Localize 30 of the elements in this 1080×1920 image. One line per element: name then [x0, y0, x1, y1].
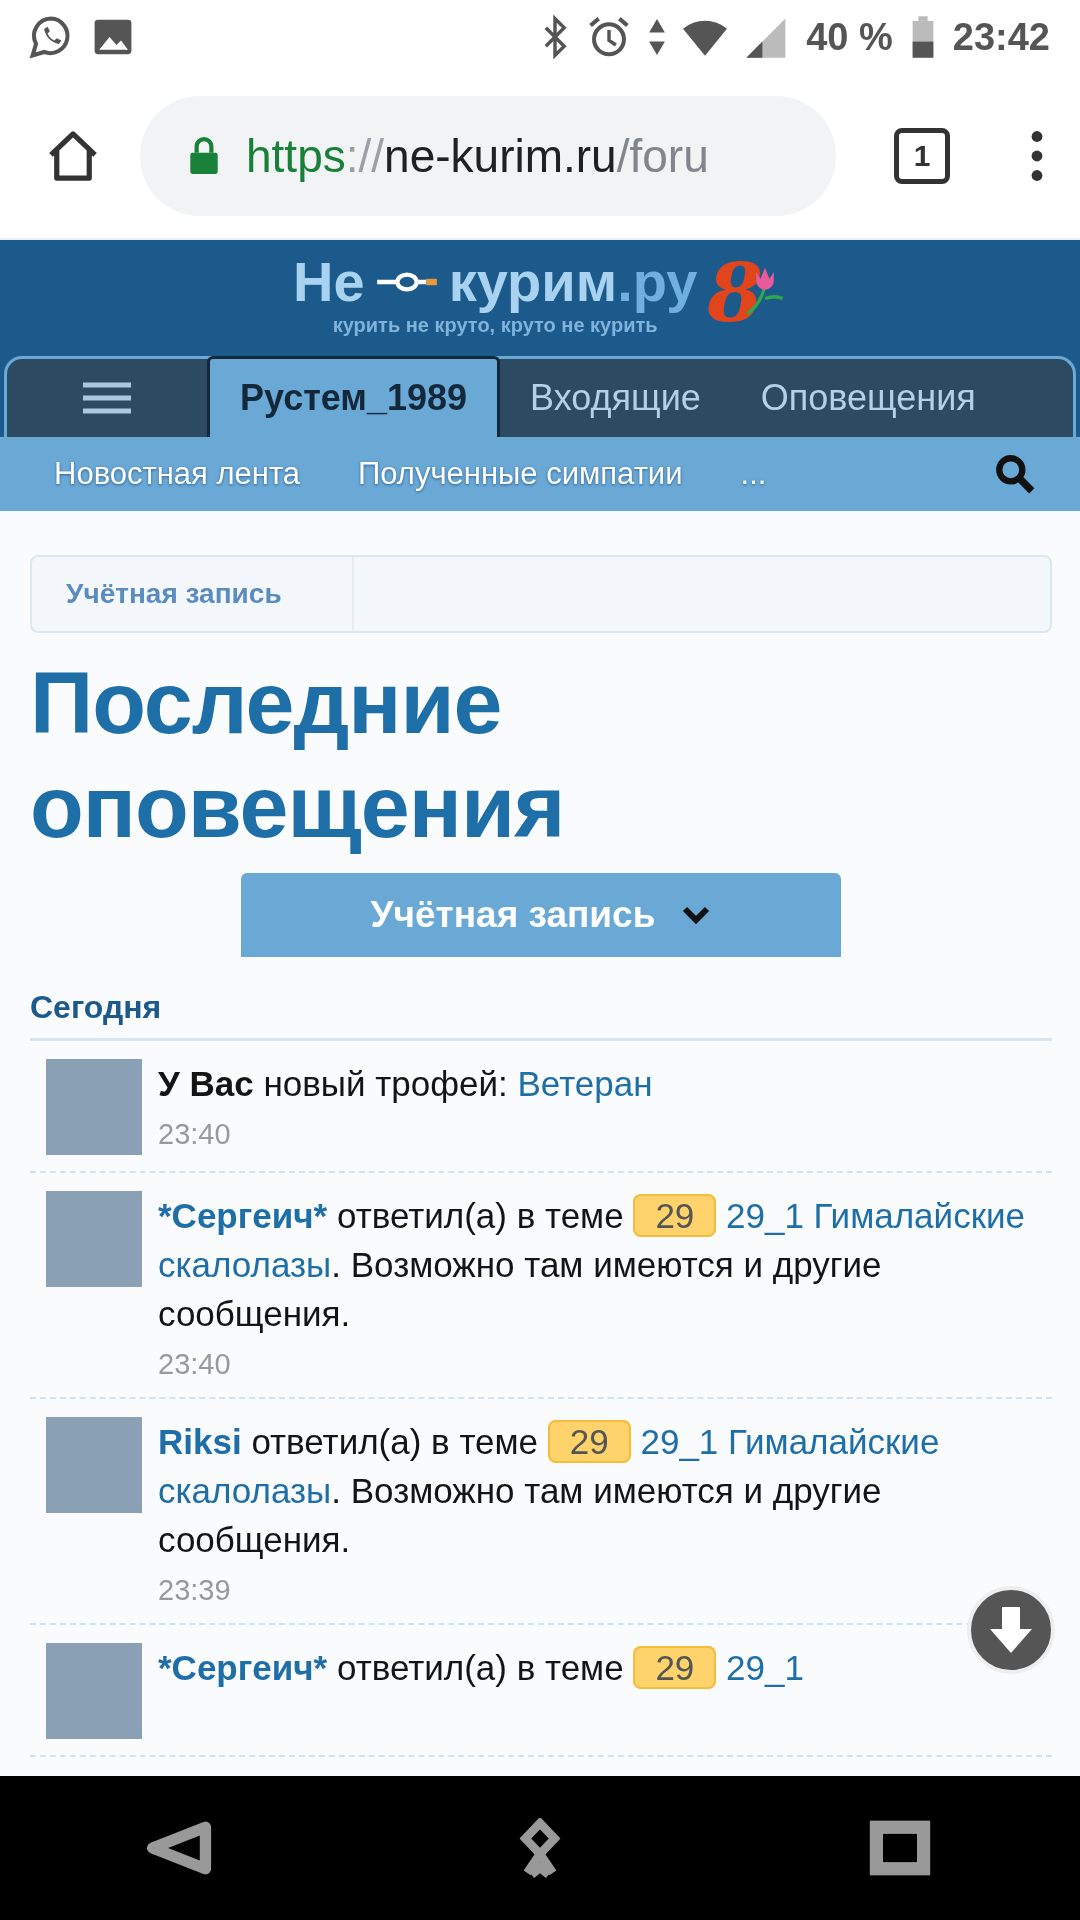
alert-message: У Вас новый трофей: Ветеран: [158, 1063, 653, 1105]
nav-tab[interactable]: Оповещения: [730, 359, 1006, 437]
scroll-down-button[interactable]: [966, 1585, 1056, 1675]
chevron-down-icon: [681, 905, 712, 925]
nav-tab[interactable]: Входящие: [500, 359, 731, 437]
more-menu-icon[interactable]: [1030, 130, 1044, 182]
lock-icon: [188, 136, 220, 176]
logo-eight: 8: [707, 246, 763, 340]
alert-message: *Сергеич* ответил(а) в теме 29 29_1 Гималайские скалолазы. Возможно там имеются и другие сообщения.: [158, 1193, 1026, 1335]
address-bar[interactable]: https://ne-kurim.ru/foru: [140, 96, 836, 216]
alert-message: Riksi ответил(а) в теме 29 29_1 Гималайские скалолазы. Возможно там имеются и другие сообщения.: [158, 1419, 941, 1561]
battery-percent: 40 %: [806, 15, 893, 59]
tab-count-button[interactable]: 1: [894, 128, 950, 184]
nav-tab[interactable]: Рустем_1989: [207, 356, 501, 437]
alert-message: *Сергеич* ответил(а) в теме 29 29_1: [158, 1645, 804, 1691]
menu-icon: [83, 381, 131, 415]
alert-time: 23:40: [158, 1348, 232, 1381]
page-title: Последние оповещения: [30, 652, 566, 858]
url-text: https://ne-kurim.ru/foru: [246, 129, 709, 183]
search-icon[interactable]: [994, 453, 1036, 495]
logo-slogan: курить не круто, круто не курить: [332, 314, 658, 337]
breadcrumb-link[interactable]: Учётная запись: [32, 557, 354, 631]
clock: 23:42: [952, 15, 1050, 59]
alert-time: 23:40: [158, 1118, 232, 1151]
logo-suffix: .ру: [617, 249, 698, 314]
logo-word: Не: [293, 249, 365, 314]
logo-word: курим: [448, 249, 618, 314]
recents-icon[interactable]: [867, 1818, 933, 1878]
alert-time: 23:39: [158, 1574, 232, 1607]
section-heading: Сегодня: [30, 957, 1052, 1041]
